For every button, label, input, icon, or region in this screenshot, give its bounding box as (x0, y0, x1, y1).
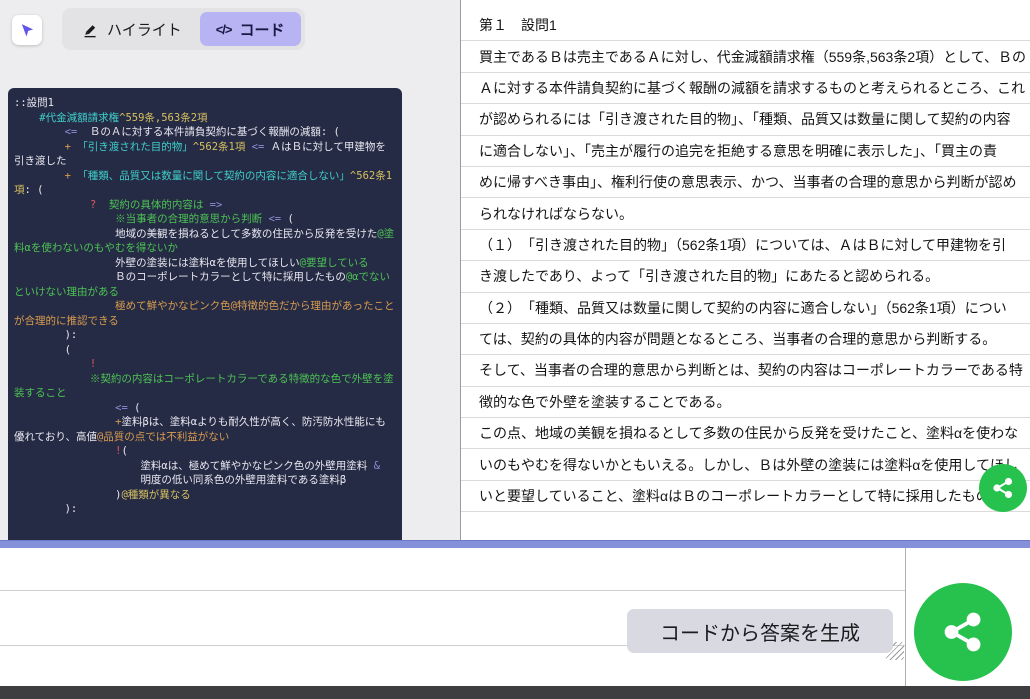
document-line: ては、契約の具体的内容が問題となるところ、当事者の合理的意思から判断する。 (461, 324, 1030, 356)
code-line: + 「種類、品質又は数量に関して契約の内容に適合しない」^562条1項: ( (14, 169, 393, 197)
document-line: いのもやむを得ないかともいえる。しかし、Ｂは外壁の塗装には塗料αを使用してほし (461, 449, 1030, 481)
code-line: ::設問1 (14, 97, 54, 109)
document-line: 買主であるＢは売主であるＡに対し、代金減額請求権（559条,563条2項）として… (461, 41, 1030, 73)
code-editor-content: ::設問1 #代金減額請求権^559条,563条2項 <= ＢのＡに対する本件請… (14, 96, 396, 517)
ruled-line (0, 590, 906, 591)
code-line: <= ( (115, 401, 141, 414)
code-line: 明度の低い同系色の外壁用塗料である塗料β (140, 474, 347, 486)
code-line: + 「引き渡された目的物」^562条1項 <= ＡはＢに対して甲建物を引き渡した (14, 140, 386, 168)
code-editor[interactable]: ::設問1 #代金減額請求権^559条,563条2項 <= ＢのＡに対する本件請… (8, 88, 402, 540)
document-page: 第１ 設問1 買主であるＢは売主であるＡに対し、代金減額請求権（559条,563条… (461, 0, 1030, 513)
highlighter-icon (84, 24, 96, 37)
share-icon (944, 612, 981, 652)
code-line: 外壁の塗装には塗料αを使用してほしい@要望している (115, 256, 369, 269)
code-line: ? 契約の具体的内容は => (89, 198, 223, 211)
code-line: <= ＢのＡに対する本件請負契約に基づく報酬の減額: ( (64, 126, 340, 138)
code-mode-label: コード (239, 21, 285, 39)
code-mode-button[interactable]: </> コード (199, 12, 301, 46)
code-line: 地域の美観を損ねるとして多数の住民から反発を受けた@塗料αを使わないのもやむを得… (14, 227, 395, 255)
share-fab-large[interactable] (914, 583, 1012, 681)
mode-toggle: ハイライト </> コード (62, 8, 305, 50)
generate-tooltip: コードから答案を生成 (627, 609, 893, 653)
document-line: られなければならない。 (461, 198, 1030, 230)
document-line: いと要望していること、塗料αはＢのコーポレートカラーとして特に採用したものであ (461, 481, 1030, 513)
bottom-panel: コードから答案を生成 (0, 548, 1030, 686)
taskbar (0, 686, 1030, 699)
document-line: 第１ 設問1 (461, 10, 1030, 42)
code-line: 極めて鮮やかなピンク色@特徴的色だから理由があったことが合理的に推認できる (14, 300, 395, 327)
code-line: ): (14, 329, 78, 341)
code-line: +塗料βは、塗料αよりも耐久性が高く、防汚防水性能にも優れており、高値@品質の点… (14, 416, 386, 443)
code-line: !( (115, 445, 128, 457)
document-line: めに帰すべき事由」、権利行使の意思表示、かつ、当事者の合理的意思から判断が認め (461, 167, 1030, 199)
left-pane: ハイライト </> コード ::設問1 #代金減額請求権^559条,563条2項… (0, 0, 460, 540)
share-icon (993, 477, 1013, 499)
code-line: 塗料αは、極めて鮮やかなピンク色の外壁用塗料 & (140, 459, 380, 472)
document-line: この点、地域の美観を損ねるとして多数の住民から反発を受けたこと、塗料αを使わな (461, 418, 1030, 450)
document-line: そして、当事者の合理的意思から判断とは、契約の内容はコーポレートカラーである特 (461, 355, 1030, 387)
document-line: Ａに対する本件請負契約に基づく報酬の減額を請求するものと考えられるところ、これ (461, 73, 1030, 105)
splitter[interactable] (0, 540, 1030, 548)
code-line: )@種類が異なる (115, 488, 191, 501)
highlight-mode-button[interactable]: ハイライト (66, 12, 198, 46)
share-fab-small[interactable] (979, 464, 1027, 512)
document-line: （２） 「種類、品質又は数量に関して契約の内容に適合しない」（562条1項）につ… (461, 293, 1030, 324)
code-icon: </> (215, 21, 233, 37)
code-line: ( (14, 343, 71, 356)
document-line: に適合しない」、「売主が履行の追完を拒絶する意思を明確に表示した」、「買主の責 (461, 136, 1030, 167)
generate-tooltip-label: コードから答案を生成 (660, 622, 860, 645)
code-line: ! (89, 358, 97, 370)
panel-vertical-border (905, 548, 906, 686)
document-line: が認められるには「引き渡された目的物」、「種類、品質又は数量に関して契約の内容 (461, 104, 1030, 136)
pointer-icon (21, 23, 33, 37)
code-line: #代金減額請求権^559条,563条2項 (39, 111, 208, 124)
code-line: ): (14, 503, 78, 515)
highlight-mode-label: ハイライト (107, 21, 182, 39)
document-pane[interactable]: 第１ 設問1 買主であるＢは売主であるＡに対し、代金減額請求権（559条,563条… (460, 0, 1030, 540)
document-line: 徴的な色で外壁を塗装することである。 (461, 387, 1030, 419)
code-line: ※契約の内容はコーポレートカラーである特徴的な色で外壁を塗装すること (14, 372, 394, 400)
code-line: Ｂのコーポレートカラーとして特に採用したもの@αでないといけない理由がある (14, 271, 390, 298)
document-line: き渡したであり、よって「引き渡された目的物」にあたると認められる。 (461, 261, 1030, 293)
document-line: （１） 「引き渡された目的物」（562条1項）については、ＡはＢに対して甲建物を… (461, 230, 1030, 262)
pointer-tool-button[interactable] (12, 15, 42, 45)
code-line: ※当事者の合理的意思から判断 <= ( (115, 213, 294, 225)
